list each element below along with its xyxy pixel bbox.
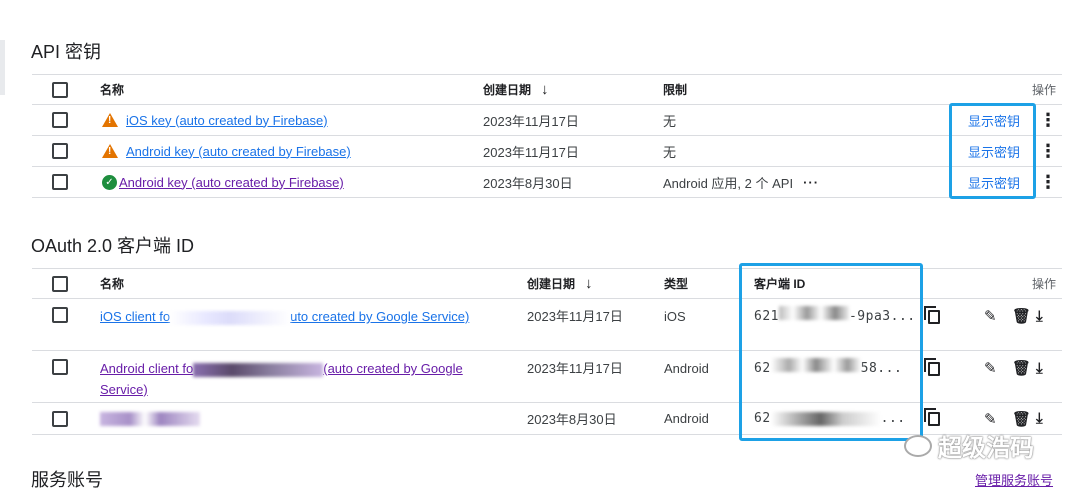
col-actions: 操作 [1032,83,1057,97]
show-key-button[interactable]: 显示密钥 [968,142,1020,161]
api-key-name-link[interactable]: Android key (auto created by Firebase) [126,144,351,159]
col-actions: 操作 [1032,277,1057,291]
client-id-end: ... [880,411,906,426]
edit-icon[interactable]: ✎ [984,410,997,428]
restriction-value: 无 [663,113,677,129]
restriction-value: Android 应用, 2 个 API [663,175,794,191]
more-vert-icon[interactable]: ⋮ [1039,173,1057,191]
col-created[interactable]: 创建日期 [527,275,575,292]
client-type: Android [664,361,709,376]
oauth-header-row: 名称 创建日期 ↓ 类型 客户端 ID 操作 [32,268,1062,299]
created-date: 2023年8月30日 [483,175,573,191]
client-name-start[interactable]: Android client fo [100,361,193,376]
download-icon[interactable]: ⤓ [1036,410,1043,427]
row-checkbox[interactable] [52,410,68,427]
table-row: iOS key (auto created by Firebase) 2023年… [32,105,1062,136]
row-checkbox[interactable] [52,112,68,128]
download-icon[interactable]: ⤓ [1036,306,1043,327]
copy-icon[interactable] [924,407,940,426]
edit-icon[interactable]: ✎ [984,306,997,327]
select-all-checkbox[interactable] [52,81,68,98]
more-horiz-icon[interactable]: ··· [803,175,819,190]
client-id-end: 58... [860,361,903,376]
client-id-end: -9pa3... [848,309,916,324]
sort-desc-icon[interactable]: ↓ [541,81,549,98]
delete-icon[interactable]: 🗑 [1012,358,1031,379]
sort-desc-icon[interactable]: ↓ [585,275,593,292]
wechat-logo-icon [904,434,932,457]
created-date: 2023年11月17日 [527,309,623,324]
delete-icon[interactable]: 🗑 [1012,410,1031,428]
nav-indicator [0,40,5,95]
watermark-text: 超级浩码 [938,435,1034,462]
more-vert-icon[interactable]: ⋮ [1039,142,1057,160]
api-keys-header-row: 名称 创建日期 ↓ 限制 操作 [32,74,1062,105]
warning-icon [102,144,118,158]
copy-icon[interactable] [924,306,940,324]
api-key-name-link[interactable]: Android key (auto created by Firebase) [119,175,344,190]
client-type: iOS [664,309,686,324]
table-row: iOS client fo uto created by Google Servi… [32,299,1062,351]
table-row: Android key (auto created by Firebase) 2… [32,136,1062,167]
col-restriction: 限制 [663,83,688,97]
client-id-start: 62 [754,361,771,376]
created-date: 2023年11月17日 [483,144,579,160]
redacted-blur [770,411,881,426]
redacted-blur [778,306,849,320]
oauth-table: 名称 创建日期 ↓ 类型 客户端 ID 操作 iOS client fo uto c… [32,268,1062,435]
client-name-link[interactable]: Android client fo (auto created by Google… [100,358,500,400]
select-all-checkbox[interactable] [52,275,68,292]
redacted-blur [170,310,291,325]
created-date: 2023年11月17日 [483,113,579,129]
api-key-name-link[interactable]: iOS key (auto created by Firebase) [126,113,328,128]
show-key-button[interactable]: 显示密钥 [968,111,1020,130]
watermark: 超级浩码 [904,428,1034,463]
redacted-blur [770,358,861,372]
client-type: Android [664,411,709,426]
restriction-value: 无 [663,144,677,160]
left-nav-strip [0,0,14,493]
table-row: Android client fo (auto created by Google… [32,351,1062,403]
redacted-blur [100,411,200,426]
service-accounts-title: 服务账号 [31,470,103,490]
check-circle-icon: ✓ [102,174,117,190]
client-name-start[interactable]: iOS client fo [100,309,170,324]
oauth-title: OAuth 2.0 客户端 ID [31,236,195,256]
row-checkbox[interactable] [52,174,68,190]
more-vert-icon[interactable]: ⋮ [1039,111,1057,129]
delete-icon[interactable]: 🗑 [1012,306,1031,327]
edit-icon[interactable]: ✎ [984,358,997,379]
col-name[interactable]: 名称 [100,81,124,98]
client-id-start: 62 [754,411,771,426]
warning-icon [102,113,118,127]
api-keys-title: API 密钥 [31,42,102,62]
table-row: ✓ Android key (auto created by Firebase) … [32,167,1062,198]
created-date: 2023年11月17日 [527,361,623,376]
row-checkbox[interactable] [52,143,68,159]
created-date: 2023年8月30日 [527,412,617,427]
col-created[interactable]: 创建日期 [483,81,531,98]
api-keys-table: 名称 创建日期 ↓ 限制 操作 iOS key (auto created by … [32,74,1062,198]
row-checkbox[interactable] [52,307,68,323]
manage-service-accounts-link[interactable]: 管理服务账号 [975,470,1053,489]
row-checkbox[interactable] [52,359,68,375]
client-id-start: 621 [754,309,779,324]
client-name-end[interactable]: uto created by Google Service) [290,309,469,324]
show-key-button[interactable]: 显示密钥 [968,173,1020,192]
download-icon[interactable]: ⤓ [1036,358,1043,379]
col-name[interactable]: 名称 [100,275,124,292]
client-name-link[interactable]: iOS client fo uto created by Google Servi… [100,306,469,327]
redacted-blur [193,362,324,377]
col-client-id: 客户端 ID [754,277,806,291]
copy-icon[interactable] [924,358,940,376]
col-type: 类型 [664,277,689,291]
